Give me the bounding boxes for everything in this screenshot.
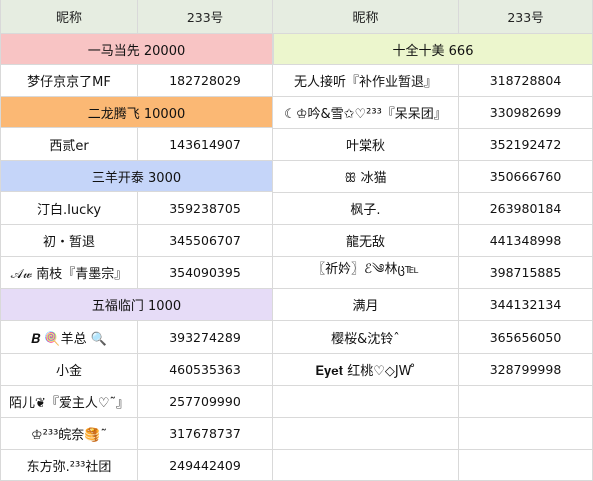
right-header-qq: 233号 xyxy=(459,0,593,33)
id-cell: 460535363 xyxy=(138,354,273,385)
section-title: 一马当先 20000 xyxy=(0,34,273,64)
table-row: 陌儿❦『爱主人♡˜』 257709990 xyxy=(0,386,273,418)
table-row: 汀白.Iucky 359238705 xyxy=(0,192,273,225)
id-cell: 317678737 xyxy=(138,418,273,449)
leaderboard: 昵称 233号 一马当先 20000 梦仔京京了MF 182728029 二龙腾… xyxy=(0,0,593,481)
id-cell: 441348998 xyxy=(459,225,593,256)
section-title: 五福临门 1000 xyxy=(0,289,273,320)
nickname-cell: 汀白.Iucky xyxy=(0,192,138,224)
nickname-cell: 〖祈妗〗ℰ༄林ც℡ xyxy=(273,257,459,288)
nickname-cell: 叶棠秋 xyxy=(273,129,459,160)
nickname-cell: 初・暂退 xyxy=(0,225,138,256)
table-row: ☾♔吟&雪✩♡²³³『呆呆团』 330982699 xyxy=(273,97,593,129)
table-row: 𝒜𝓌 南枝『青墨宗』 354090395 xyxy=(0,257,273,289)
id-cell: 359238705 xyxy=(138,192,273,224)
right-header-name: 昵称 xyxy=(273,0,459,33)
right-section-band: 十全十美 666 xyxy=(273,34,593,65)
id-cell: 354090395 xyxy=(138,257,273,288)
id-cell xyxy=(459,386,593,417)
table-row: 初・暂退 345506707 xyxy=(0,225,273,257)
left-header-row: 昵称 233号 xyxy=(0,0,273,34)
nickname-cell: 𝑩 🍭羊总 🔍 xyxy=(0,321,138,353)
nickname-cell: 满月 xyxy=(273,289,459,320)
nickname-cell: 东方弥.²³³社团 xyxy=(0,450,138,480)
table-row: 樱桜&沈铃ˆ 365656050 xyxy=(273,321,593,354)
left-section-1-band: 一马当先 20000 xyxy=(0,34,273,65)
id-cell: 350666760 xyxy=(459,161,593,192)
table-row xyxy=(273,386,593,418)
nickname-cell: 梦仔京京了MF xyxy=(0,65,138,96)
table-row: ꕥ 冰猫 350666760 xyxy=(273,161,593,193)
table-row: 东方弥.²³³社团 249442409 xyxy=(0,450,273,481)
nickname-cell: 陌儿❦『爱主人♡˜』 xyxy=(0,386,138,417)
nickname-cell xyxy=(273,450,459,480)
left-section-3-band: 三羊开泰 3000 xyxy=(0,161,273,192)
table-row xyxy=(273,450,593,481)
nickname-cell: 樱桜&沈铃ˆ xyxy=(273,321,459,353)
table-row: 满月 344132134 xyxy=(273,289,593,321)
id-cell: 344132134 xyxy=(459,289,593,320)
id-cell: 365656050 xyxy=(459,321,593,353)
section-title: 三羊开泰 3000 xyxy=(0,161,273,191)
table-row: 西贰er 143614907 xyxy=(0,128,273,161)
table-row: 〖祈妗〗ℰ༄林ც℡ 398715885 xyxy=(273,257,593,289)
id-cell: 182728029 xyxy=(138,65,273,96)
table-row: 无人接听『补作业暂退』 318728804 xyxy=(273,65,593,97)
id-cell xyxy=(459,418,593,449)
id-cell: 328799998 xyxy=(459,354,593,385)
id-cell: 263980184 xyxy=(459,193,593,224)
id-cell: 257709990 xyxy=(138,386,273,417)
table-row: 𝐄𝐲𝐞𝐭 红桃♡◇JW ̊ 328799998 xyxy=(273,354,593,386)
id-cell: 249442409 xyxy=(138,450,273,480)
table-row: 小金 460535363 xyxy=(0,354,273,386)
left-section-2-band: 二龙腾飞 10000 xyxy=(0,97,273,128)
nickname-cell: ꕥ 冰猫 xyxy=(273,161,459,192)
id-cell: 352192472 xyxy=(459,129,593,160)
id-cell: 345506707 xyxy=(138,225,273,256)
nickname-cell: 𝐄𝐲𝐞𝐭 红桃♡◇JW ̊ xyxy=(273,354,459,385)
section-title: 二龙腾飞 10000 xyxy=(0,97,273,127)
nickname-cell: 无人接听『补作业暂退』 xyxy=(273,65,459,96)
id-cell: 330982699 xyxy=(459,97,593,128)
nickname-cell: 𝒜𝓌 南枝『青墨宗』 xyxy=(0,257,138,288)
id-cell xyxy=(459,450,593,480)
table-row: 𝑩 🍭羊总 🔍 393274289 xyxy=(0,321,273,354)
id-cell: 143614907 xyxy=(138,128,273,160)
nickname-cell xyxy=(273,386,459,417)
table-row: 叶棠秋 352192472 xyxy=(273,129,593,161)
nickname-cell: 龍无敌 xyxy=(273,225,459,256)
nickname-cell: ☾♔吟&雪✩♡²³³『呆呆团』 xyxy=(273,97,459,128)
nickname-cell xyxy=(273,418,459,449)
left-header-name: 昵称 xyxy=(0,0,138,33)
table-row: ♔²³³皖奈🥞˜ 317678737 xyxy=(0,418,273,450)
nickname-cell: 西贰er xyxy=(0,128,138,160)
right-header-row: 昵称 233号 xyxy=(273,0,593,34)
left-header-qq: 233号 xyxy=(138,0,273,33)
id-cell: 393274289 xyxy=(138,321,273,353)
nickname-cell: 小金 xyxy=(0,354,138,385)
table-row: 龍无敌 441348998 xyxy=(273,225,593,257)
left-section-4-band: 五福临门 1000 xyxy=(0,289,273,321)
section-title: 十全十美 666 xyxy=(273,34,593,64)
id-cell: 398715885 xyxy=(459,257,593,288)
table-row: 梦仔京京了MF 182728029 xyxy=(0,65,273,97)
nickname-cell: ♔²³³皖奈🥞˜ xyxy=(0,418,138,449)
table-row: 枫子. 263980184 xyxy=(273,193,593,225)
nickname-cell: 枫子. xyxy=(273,193,459,224)
id-cell: 318728804 xyxy=(459,65,593,96)
table-row xyxy=(273,418,593,450)
